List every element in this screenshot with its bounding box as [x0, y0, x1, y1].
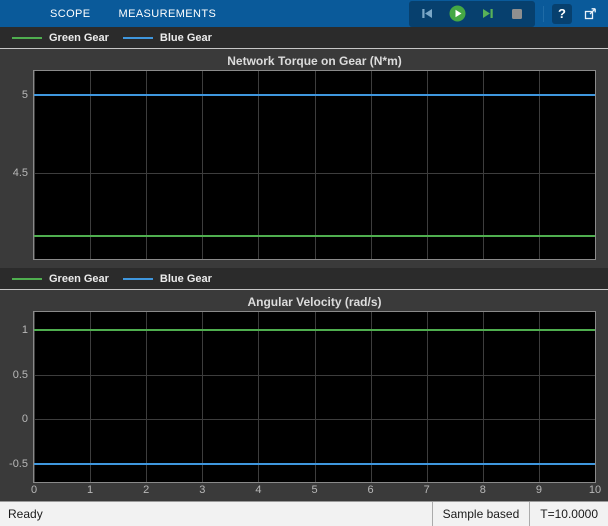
gridline — [371, 71, 372, 259]
series-line-green-gear — [34, 235, 595, 237]
gridline — [90, 312, 91, 482]
gridline — [34, 71, 35, 259]
x-tick-label: 3 — [199, 484, 205, 496]
x-tick-label: 5 — [311, 484, 317, 496]
step-back-button[interactable] — [417, 4, 437, 24]
legend-line-swatch — [123, 278, 153, 280]
gridline — [539, 71, 540, 259]
torque-chart-section: Network Torque on Gear (N*m) 54.5 — [0, 49, 608, 260]
gridline — [146, 71, 147, 259]
step-forward-icon — [480, 6, 495, 21]
y-axis-labels: 54.5 — [0, 70, 33, 260]
x-tick-label: 9 — [536, 484, 542, 496]
gridline — [427, 71, 428, 259]
y-tick-label: 0.5 — [13, 368, 28, 382]
status-bar: Ready Sample based T=10.0000 — [0, 501, 608, 526]
legend-item-blue-gear[interactable]: Blue Gear — [123, 32, 212, 44]
y-tick-label: 5 — [22, 88, 28, 102]
status-ready: Ready — [0, 507, 43, 521]
legend-line-swatch — [12, 37, 42, 39]
gridline — [595, 71, 596, 259]
legend-line-swatch — [12, 278, 42, 280]
help-button[interactable]: ? — [552, 4, 572, 24]
status-right: Sample based T=10.0000 — [432, 502, 608, 526]
legend-label: Green Gear — [49, 273, 109, 285]
legend-row: Green Gear Blue Gear — [0, 268, 608, 290]
x-tick-label: 0 — [31, 484, 37, 496]
x-tick-label: 4 — [255, 484, 261, 496]
series-line-blue-gear — [34, 94, 595, 96]
step-forward-button[interactable] — [477, 4, 497, 24]
chart-title: Angular Velocity (rad/s) — [33, 293, 596, 311]
playback-controls — [409, 1, 535, 27]
legend-label: Green Gear — [49, 32, 109, 44]
legend-item-green-gear[interactable]: Green Gear — [12, 32, 109, 44]
gridline — [483, 312, 484, 482]
plot-right-pad — [596, 311, 608, 483]
plot-area[interactable] — [33, 311, 596, 483]
series-line-blue-gear — [34, 463, 595, 465]
legend-label: Blue Gear — [160, 32, 212, 44]
x-tick-label: 10 — [589, 484, 601, 496]
y-tick-label: 1 — [22, 323, 28, 337]
x-axis-labels: 012345678910 — [33, 483, 596, 499]
plot-right-pad — [596, 70, 608, 260]
toolbar-right: ? — [409, 0, 608, 27]
stop-icon — [511, 8, 523, 20]
gridline — [258, 71, 259, 259]
toolbar: SCOPE MEASUREMENTS — [0, 0, 608, 27]
legend-row: Green Gear Blue Gear — [0, 27, 608, 49]
series-line-green-gear — [34, 329, 595, 331]
gridline — [427, 312, 428, 482]
gridline — [258, 312, 259, 482]
tab-measurements[interactable]: MEASUREMENTS — [105, 0, 231, 27]
plot-area[interactable] — [33, 70, 596, 260]
gridline — [202, 312, 203, 482]
gridline — [34, 173, 595, 174]
gridline — [483, 71, 484, 259]
status-sim-time: T=10.0000 — [529, 502, 608, 526]
dock-icon — [583, 6, 598, 21]
y-tick-label: 4.5 — [13, 166, 28, 180]
step-back-icon — [420, 6, 435, 21]
x-tick-label: 7 — [424, 484, 430, 496]
legend-item-green-gear[interactable]: Green Gear — [12, 273, 109, 285]
run-icon — [449, 5, 466, 22]
gridline — [371, 312, 372, 482]
toolbar-separator — [543, 6, 544, 22]
x-tick-label: 8 — [480, 484, 486, 496]
dock-button[interactable] — [580, 4, 600, 24]
gridline — [539, 312, 540, 482]
x-tick-label: 1 — [87, 484, 93, 496]
y-axis-labels: 1 0.5 0 -0.5 — [0, 311, 33, 483]
x-axis-spacer — [0, 483, 33, 499]
run-button[interactable] — [447, 4, 467, 24]
y-tick-label: 0 — [22, 412, 28, 426]
gridline — [34, 312, 35, 482]
gridline — [595, 312, 596, 482]
x-tick-label: 6 — [368, 484, 374, 496]
section-gap — [0, 260, 608, 268]
legend-line-swatch — [123, 37, 153, 39]
x-tick-label: 2 — [143, 484, 149, 496]
gridline — [34, 375, 595, 376]
chart-title: Network Torque on Gear (N*m) — [33, 52, 596, 70]
y-tick-label: -0.5 — [9, 457, 28, 471]
tab-scope[interactable]: SCOPE — [36, 0, 105, 27]
gridline — [146, 312, 147, 482]
stop-button[interactable] — [507, 4, 527, 24]
gridline — [315, 71, 316, 259]
gridline — [34, 419, 595, 420]
legend-label: Blue Gear — [160, 273, 212, 285]
legend-item-blue-gear[interactable]: Blue Gear — [123, 273, 212, 285]
status-sample-mode: Sample based — [432, 502, 530, 526]
gridline — [90, 71, 91, 259]
gridline — [315, 312, 316, 482]
velocity-chart-section: Angular Velocity (rad/s) 1 0.5 0 -0.5 0 1 2 3 4… — [0, 290, 608, 499]
gridline — [202, 71, 203, 259]
